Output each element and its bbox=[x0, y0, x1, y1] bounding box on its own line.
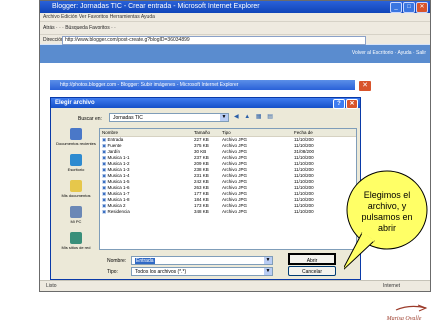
address-label: Dirección bbox=[43, 37, 64, 43]
callout-line-3: pulsamos en bbox=[361, 212, 412, 222]
file-size: 348 KB bbox=[194, 209, 209, 214]
chevron-down-icon[interactable]: ▼ bbox=[264, 268, 272, 275]
folder-tools-icon[interactable]: ◀ ▲ ▦ ▤ bbox=[234, 113, 275, 120]
blog-nav-links[interactable]: Volver al Escritorio · Ayuda · Salir bbox=[352, 50, 426, 56]
file-name-text: Musica 1-3 bbox=[107, 167, 130, 172]
file-list[interactable]: Nombre Tamaño Tipo Fecha de ▣ Entrada 227… bbox=[99, 128, 357, 250]
callout-bubble: Elegimos el archivo, y pulsamos en abrir bbox=[344, 170, 428, 270]
file-type: Archivo JPG bbox=[222, 209, 248, 214]
chevron-down-icon[interactable]: ▼ bbox=[264, 257, 272, 264]
filetype-label: Tipo: bbox=[107, 269, 118, 275]
ie-toolbar[interactable]: Atrás · · · Búsqueda Favoritos · · bbox=[40, 21, 430, 34]
filename-input[interactable]: Entrada ▼ bbox=[131, 256, 273, 265]
popup-title-text: http://photos.blogger.com - Blogger: Sub… bbox=[60, 82, 239, 88]
address-input[interactable]: http://www.blogger.com/post-create.g?blo… bbox=[62, 36, 366, 45]
minimize-icon[interactable]: _ bbox=[390, 2, 402, 13]
place-documents[interactable]: Mis documentos bbox=[56, 180, 96, 206]
places-bar: Documentos recientes Escritorio Mis docu… bbox=[56, 128, 96, 250]
ie-title-text: Blogger: Jornadas TIC - Crear entrada - … bbox=[52, 3, 260, 10]
place-recent[interactable]: Documentos recientes bbox=[56, 128, 96, 154]
ie-title-bar: Blogger: Jornadas TIC - Crear entrada - … bbox=[40, 1, 430, 13]
file-name-text: Musica 1-5 bbox=[107, 179, 130, 184]
callout-line-2: archivo, y bbox=[368, 201, 407, 211]
file-name-text: Musica 1-4 bbox=[107, 173, 130, 178]
blog-header: Volver al Escritorio · Ayuda · Salir bbox=[40, 45, 430, 63]
filename-value: Entrada bbox=[135, 258, 155, 264]
filename-label: Nombre: bbox=[107, 258, 127, 264]
author-logo: Marisa Ovalle bbox=[386, 304, 428, 322]
chevron-down-icon[interactable]: ▼ bbox=[220, 114, 228, 121]
col-date[interactable]: Fecha de bbox=[292, 129, 356, 136]
close-icon[interactable]: ✕ bbox=[416, 2, 428, 13]
status-zone: Internet bbox=[383, 283, 400, 289]
ie-status-bar: Listo Internet bbox=[40, 280, 430, 291]
dialog-title: Elegir archivo bbox=[55, 100, 95, 106]
place-my-pc[interactable]: Mi PC bbox=[56, 206, 96, 232]
file-list-header: Nombre Tamaño Tipo Fecha de bbox=[100, 129, 356, 137]
network-icon bbox=[70, 232, 82, 244]
file-name-text: Musica 1-1 bbox=[107, 155, 130, 160]
popup-close-icon[interactable]: ✕ bbox=[358, 80, 372, 92]
logo-name: Marisa Ovalle bbox=[386, 316, 422, 322]
file-name: ▣ Residencia bbox=[100, 209, 192, 215]
file-name-text: Entrada bbox=[107, 137, 124, 142]
file-row[interactable]: ▣ Residencia 348 KB Archivo JPG 11/10/200 bbox=[100, 209, 356, 215]
file-name-text: Musica 1-7 bbox=[107, 191, 130, 196]
ie-menu-bar[interactable]: Archivo Edición Ver Favoritos Herramient… bbox=[40, 13, 430, 21]
place-network[interactable]: Mis sitios de red bbox=[56, 232, 96, 258]
lookin-value: Jornadas TIC bbox=[113, 115, 143, 121]
file-name-text: Musica 1-6 bbox=[107, 185, 130, 190]
popup-title-bar: http://photos.blogger.com - Blogger: Sub… bbox=[50, 80, 355, 90]
callout-line-4: abrir bbox=[378, 223, 396, 233]
file-name-text: Musica 1-8 bbox=[107, 197, 130, 202]
lookin-label: Buscar en: bbox=[78, 116, 102, 122]
file-name-text: Residencia bbox=[107, 209, 130, 214]
my-documents-icon bbox=[70, 180, 82, 192]
col-type[interactable]: Tipo bbox=[220, 129, 292, 136]
dialog-close-icon[interactable]: ✕ bbox=[346, 99, 358, 109]
cancel-button[interactable]: Cancelar bbox=[288, 266, 336, 276]
recent-docs-icon bbox=[70, 128, 82, 140]
filetype-select[interactable]: Todos los archivos (*.*) ▼ bbox=[131, 267, 273, 276]
ie-address-bar: Dirección http://www.blogger.com/post-cr… bbox=[40, 34, 430, 45]
file-dialog: Elegir archivo ? ✕ Buscar en: Jornadas T… bbox=[50, 97, 361, 280]
slide: Blogger: Jornadas TIC - Crear entrada - … bbox=[0, 0, 434, 331]
computer-icon bbox=[70, 206, 82, 218]
place-desktop[interactable]: Escritorio bbox=[56, 154, 96, 180]
help-icon[interactable]: ? bbox=[333, 99, 345, 109]
open-button[interactable]: Abrir bbox=[288, 253, 336, 265]
file-name-text: Musica 2 bbox=[107, 203, 126, 208]
lookin-select[interactable]: Jornadas TIC ▼ bbox=[109, 113, 229, 122]
col-name[interactable]: Nombre bbox=[100, 129, 192, 136]
callout-line-1: Elegimos el bbox=[364, 190, 411, 200]
dialog-title-bar: Elegir archivo ? ✕ bbox=[51, 98, 360, 109]
file-name-text: Musica 1-2 bbox=[107, 161, 130, 166]
filetype-value: Todos los archivos (*.*) bbox=[135, 269, 187, 275]
status-left: Listo bbox=[46, 283, 57, 289]
file-name-text: Fuente bbox=[107, 143, 122, 148]
file-name-text: Jardín bbox=[107, 149, 121, 154]
desktop-icon bbox=[70, 154, 82, 166]
maximize-icon[interactable]: □ bbox=[403, 2, 415, 13]
col-size[interactable]: Tamaño bbox=[192, 129, 220, 136]
